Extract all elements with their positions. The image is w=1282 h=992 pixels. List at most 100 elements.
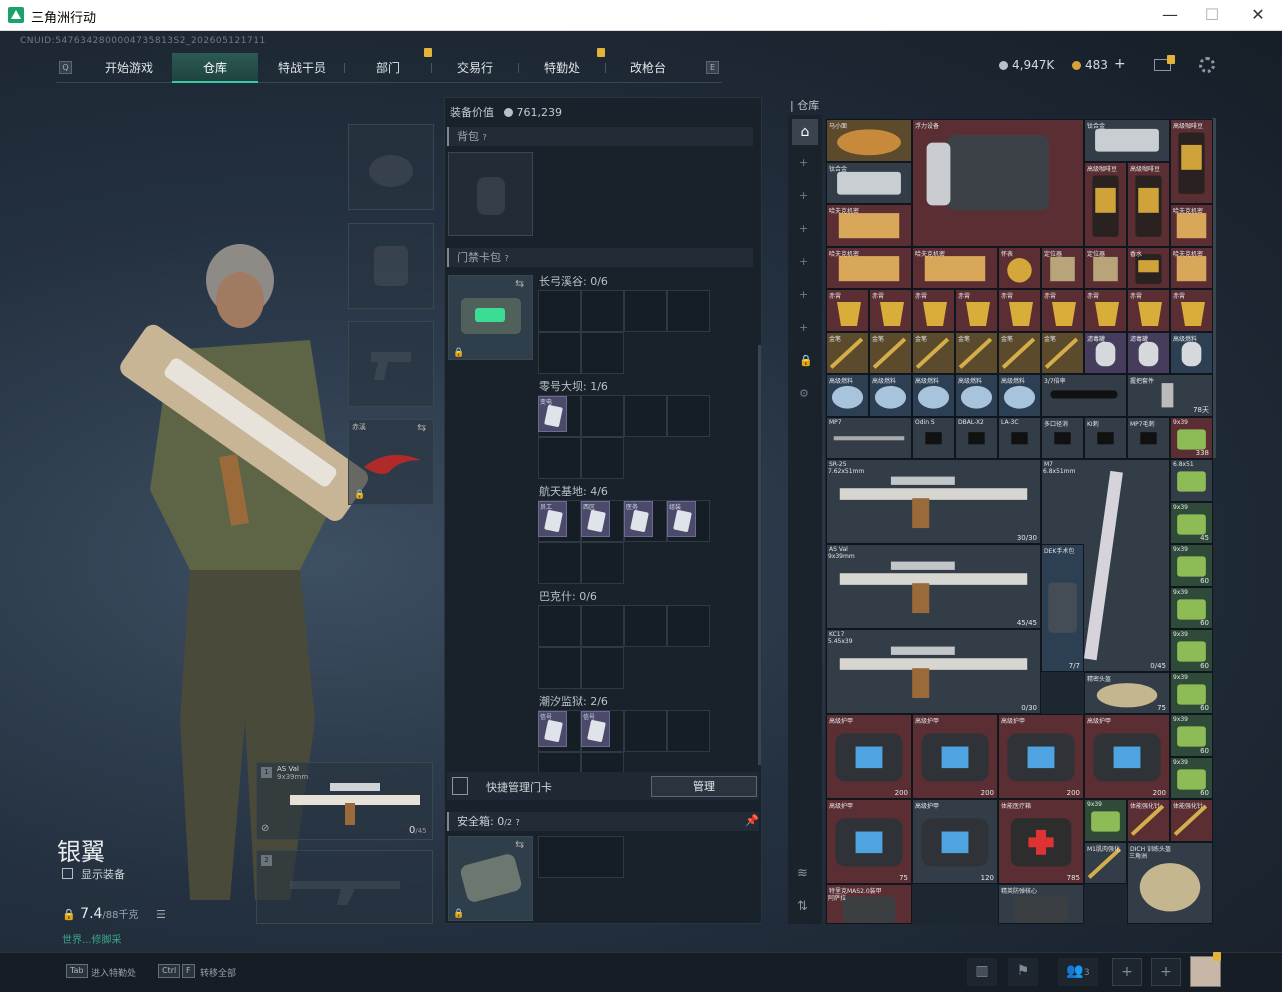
safebox-slot[interactable]: ⇆ 🔒 [448,836,533,921]
stash-item[interactable]: 高级咖啡豆 [1170,119,1213,204]
keycard-item[interactable]: 组装 [667,501,696,537]
stash-item[interactable]: KC17 0/30 [826,629,1041,714]
keycard-slot[interactable] [581,332,624,374]
lock-page-icon[interactable]: 🔒 [799,354,813,367]
add-stash-page-icon[interactable]: + [799,156,808,169]
stash-item[interactable]: 高级燃料 [955,374,998,417]
keycard-case-slot[interactable]: ⇆ 🔒 [448,275,533,360]
tab-gunsmith[interactable]: 改枪台 [606,53,690,83]
stash-item[interactable]: 赤霄 [912,289,955,332]
tab-special-ops[interactable]: 特勤处 [520,53,604,83]
stash-item[interactable]: 3/7倍率 [1041,374,1127,417]
close-button[interactable]: ✕ [1235,0,1281,31]
stash-item[interactable]: 9x39 60 [1170,714,1213,757]
tab-trading[interactable]: 交易行 [433,53,517,83]
loadout-scrollbar[interactable] [758,345,761,765]
add-currency-button[interactable]: + [1114,56,1126,72]
stash-item[interactable]: 赤霄 [826,289,869,332]
keycard-slot[interactable] [538,332,581,374]
stash-item[interactable]: DBAL-X2 [955,416,998,459]
stash-item[interactable]: 高级燃料 [826,374,869,417]
stash-item[interactable]: 9x39 60 [1170,756,1213,799]
stash-item[interactable]: 钛合金 [1084,119,1170,162]
stash-item[interactable]: 体能医疗箱 785 [998,799,1084,884]
keycard-item[interactable]: 信号 [538,711,567,747]
stash-item[interactable]: 哈夫克机密 [826,246,912,289]
nav-prev-key[interactable]: Q [59,61,72,74]
stash-item[interactable]: 精密头盔 75 [1084,671,1170,714]
stash-item[interactable]: 高级咖啡豆 [1127,161,1170,247]
stash-item[interactable]: 6.8x51 [1170,459,1213,502]
stash-item[interactable]: M1肌肉强化 [1084,841,1127,884]
keycard-item[interactable]: 信号 [581,711,610,747]
add-stash-page-icon[interactable]: + [799,288,808,301]
melee-slot[interactable]: 赤溪 ⇆ 🔒 [348,419,434,505]
stash-item[interactable]: 金笔 [955,331,998,374]
secondary-weapon-slot[interactable]: 2 [256,850,433,924]
stash-item[interactable]: 高级燃料 [998,374,1041,417]
stash-item[interactable]: 精英防弹核心 [998,884,1084,924]
stash-item[interactable]: 哈夫克机密 [826,204,912,247]
armor-slot[interactable] [348,223,434,309]
keycard-slot[interactable] [667,290,710,332]
stash-item[interactable]: 金笔 [998,331,1041,374]
keycard-slot[interactable] [667,605,710,647]
stash-item[interactable]: 赤霄 [869,289,912,332]
keycard-slot[interactable] [581,647,624,689]
stash-item[interactable]: 体能强化针 [1127,799,1170,842]
stash-item[interactable]: AS Val 45/45 [826,544,1041,629]
flag-icon[interactable]: ⚑ [1008,958,1038,986]
keycard-slot[interactable] [624,290,667,332]
keycard-slot[interactable] [538,542,581,584]
weight-list-icon[interactable]: ☰ [156,908,166,921]
stash-item[interactable]: 马小面 [826,119,912,162]
keycard-slot[interactable] [624,605,667,647]
tab-warehouse[interactable]: 仓库 [172,53,258,83]
stash-item[interactable]: 浮力设备 [912,119,1084,247]
stash-item[interactable]: 9x39 60 [1170,671,1213,714]
keycard-item[interactable]: 西区 [581,501,610,537]
backpack-slot[interactable] [448,152,533,236]
tab-department[interactable]: 部门 [346,53,430,83]
stash-item[interactable]: 香水 [1127,246,1170,289]
friends-button[interactable]: 👥3 [1058,958,1098,986]
stash-item[interactable]: 特里克MAS2.0装甲 [826,884,912,924]
nav-next-key[interactable]: E [706,61,719,74]
add-stash-page-icon[interactable]: + [799,321,808,334]
tab-key[interactable]: Tab [66,964,88,978]
helmet-slot[interactable] [348,124,434,210]
add-teammate-slot-2[interactable]: + [1151,958,1181,986]
stash-item[interactable]: 哈夫克机密 [1170,246,1213,289]
stash-item[interactable]: 高级护甲 75 [826,799,912,884]
page-settings-icon[interactable]: ⚙ [799,387,809,400]
stash-item[interactable]: Odin S [912,416,955,459]
keycard-slot[interactable] [581,290,624,332]
primary-weapon-slot[interactable]: 1 AS Val 9x39mm ⊘ 0/45 [256,762,433,840]
stash-item[interactable]: 9x39 60 [1170,586,1213,629]
stash-item[interactable]: 哈夫克机密 [1170,204,1213,247]
keycard-slot[interactable] [581,437,624,479]
keycard-item[interactable]: 医务 [624,501,653,537]
stash-item[interactable]: 9x39 45 [1170,501,1213,544]
minimize-button[interactable]: — [1147,0,1193,31]
stash-item[interactable]: 金笔 [826,331,869,374]
keycard-slot[interactable] [624,395,667,437]
add-stash-page-icon[interactable]: + [799,189,808,202]
stash-item[interactable]: 钛合金 [826,161,912,204]
add-stash-page-icon[interactable]: + [799,255,808,268]
keycard-item[interactable]: 员工 [538,501,567,537]
keycard-slot[interactable] [667,710,710,752]
stash-item[interactable]: 高级燃料 [1170,331,1213,374]
stash-item[interactable]: 9x39 [1084,799,1127,842]
layers-icon[interactable]: ≋ [797,866,808,881]
f-key[interactable]: F [182,964,195,978]
keycard-slot[interactable] [538,605,581,647]
add-stash-page-icon[interactable]: + [799,222,808,235]
stash-item[interactable]: 9x39 60 [1170,544,1213,587]
stash-item[interactable]: 高级护甲 120 [912,799,998,884]
stash-item[interactable]: 握把套件 78天 [1127,374,1213,417]
stash-item[interactable]: 滤毒罐 [1084,331,1127,374]
keycard-slot[interactable] [581,542,624,584]
stash-item[interactable]: 高级咖啡豆 [1084,161,1127,247]
stash-home-icon[interactable]: ⌂ [792,119,818,145]
